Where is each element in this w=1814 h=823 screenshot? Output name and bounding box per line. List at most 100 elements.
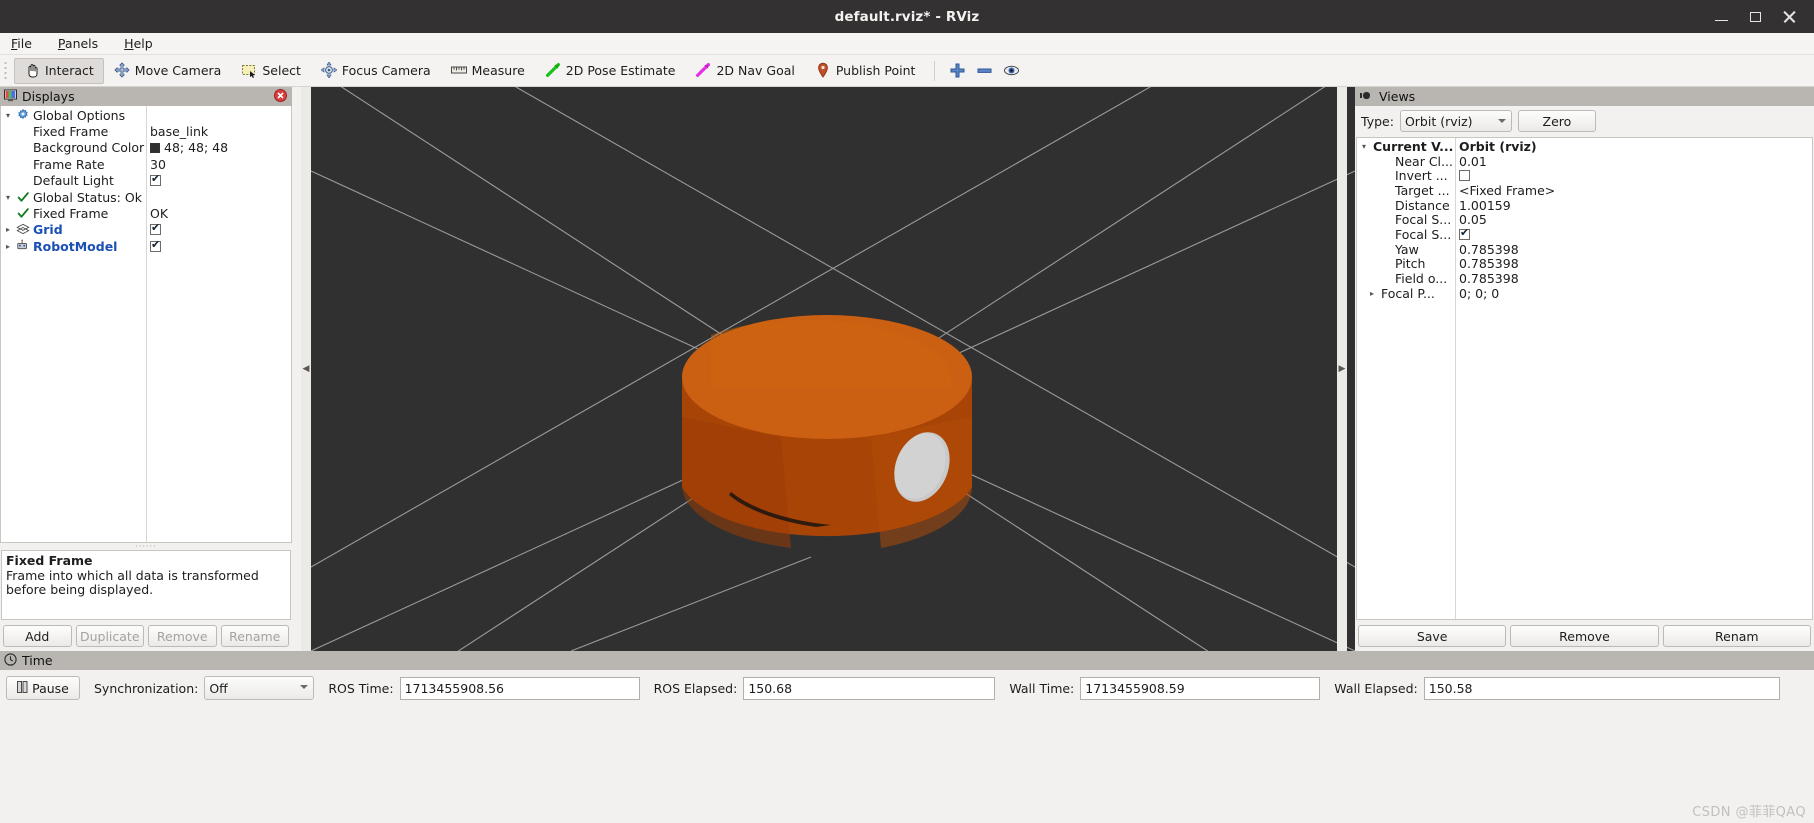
minimize-icon[interactable] [1714, 9, 1730, 25]
views-row-value-cell[interactable]: 0.785398 [1459, 256, 1519, 271]
views-tree[interactable]: ▾ Current V... Orbit (rviz) Near Cl... 0.01 I… [1356, 137, 1813, 620]
expander-toggle[interactable]: ▸ [1365, 289, 1379, 298]
views-row-near-cl-[interactable]: Near Cl... 0.01 [1357, 154, 1812, 169]
time-field-input-2[interactable]: 1713455908.59 [1080, 676, 1321, 700]
views-row-pitch[interactable]: Pitch 0.785398 [1357, 256, 1812, 271]
views-row-value-cell[interactable]: 0.785398 [1459, 271, 1519, 286]
expander-toggle[interactable]: ▾ [1, 111, 15, 120]
displays-panel: Displays ▾ Global Options Fixed Frame base_… [0, 87, 292, 651]
views-row-value-cell[interactable]: 0; 0; 0 [1459, 286, 1499, 301]
displays-row-value-cell[interactable]: 30 [150, 157, 166, 172]
displays-row-value-cell[interactable]: base_link [150, 124, 208, 139]
displays-row-value-cell[interactable] [150, 172, 161, 187]
views-row-focal-p-[interactable]: ▸ Focal P... 0; 0; 0 [1357, 286, 1812, 301]
displays-row-frame-rate[interactable]: Frame Rate 30 [1, 156, 291, 172]
views-row-yaw[interactable]: Yaw 0.785398 [1357, 242, 1812, 257]
displays-splitter[interactable]: ······ [0, 543, 292, 551]
views-row-value: 0.785398 [1459, 241, 1519, 257]
toolbar-button-measure[interactable]: Measure [441, 58, 535, 84]
displays-row-value-cell[interactable]: 48; 48; 48 [150, 140, 228, 155]
displays-row-checkbox[interactable] [150, 221, 161, 236]
zoom-in-icon[interactable] [944, 58, 971, 83]
views-row-focal-s-[interactable]: Focal S... [1357, 226, 1812, 242]
eye-icon[interactable] [998, 58, 1025, 83]
time-field-input-1[interactable]: 150.68 [743, 676, 996, 700]
toolbar-button-label: 2D Nav Goal [716, 63, 795, 78]
zoom-out-icon[interactable] [971, 58, 998, 83]
displays-tree[interactable]: ▾ Global Options Fixed Frame base_link Backg… [0, 106, 292, 543]
zero-button[interactable]: Zero [1517, 110, 1596, 132]
3d-viewport[interactable] [311, 87, 1355, 651]
displays-row-robotmodel[interactable]: ▸ RobotModel [1, 238, 291, 254]
toolbar-button-move-camera[interactable]: Move Camera [104, 58, 232, 84]
toolbar-button-2d-pose-estimate[interactable]: 2D Pose Estimate [535, 58, 686, 84]
views-row-value-cell[interactable] [1459, 170, 1470, 182]
right-panel-collapse-handle[interactable]: ▶ [1337, 87, 1347, 651]
displays-remove-button: Remove [148, 625, 217, 647]
displays-row-background-color[interactable]: Background Color 48; 48; 48 [1, 140, 291, 156]
displays-row-fixed-frame[interactable]: Fixed Frame OK [1, 205, 291, 221]
color-swatch[interactable] [150, 142, 160, 153]
left-panel-collapse-handle[interactable]: ◀ [301, 87, 311, 651]
displays-row-grid[interactable]: ▸ Grid [1, 221, 291, 238]
views-row-value: 0.785398 [1459, 256, 1519, 272]
toolbar-button-2d-nav-goal[interactable]: 2D Nav Goal [685, 58, 804, 84]
toolbar-grip[interactable] [4, 59, 11, 82]
views-save-button[interactable]: Save [1358, 625, 1507, 647]
toolbar-button-label: Move Camera [134, 63, 222, 78]
expander-toggle[interactable]: ▸ [1, 225, 15, 234]
views-row-target-[interactable]: Target ... <Fixed Frame> [1357, 183, 1812, 198]
menu-file[interactable]: File [8, 35, 35, 52]
views-panel-title: Views [1379, 89, 1416, 104]
displays-row-global-status-ok[interactable]: ▾ Global Status: Ok [1, 189, 291, 205]
displays-row-label: RobotModel [33, 238, 118, 254]
toolbar-button-select[interactable]: Select [231, 58, 311, 84]
displays-row-fixed-frame[interactable]: Fixed Frame base_link [1, 123, 291, 139]
maximize-icon[interactable] [1748, 9, 1764, 25]
expander-toggle[interactable]: ▸ [1, 242, 15, 251]
views-row-value-cell[interactable]: Orbit (rviz) [1459, 139, 1537, 154]
views-row-checkbox[interactable] [1459, 170, 1470, 182]
views-row-value-cell[interactable]: 0.785398 [1459, 242, 1519, 257]
displays-row-global-options[interactable]: ▾ Global Options [1, 107, 291, 123]
views-row-value-cell[interactable] [1459, 226, 1470, 240]
views-row-focal-s-[interactable]: Focal S... 0.05 [1357, 212, 1812, 227]
displays-row-checkbox[interactable] [150, 172, 161, 187]
displays-icon [4, 89, 17, 105]
toolbar-button-publish-point[interactable]: Publish Point [805, 58, 926, 84]
expander-toggle[interactable]: ▾ [1357, 142, 1371, 151]
views-remove-button[interactable]: Remove [1510, 625, 1659, 647]
views-row-value-cell[interactable]: 1.00159 [1459, 198, 1511, 213]
views-row-field-o-[interactable]: Field o... 0.785398 [1357, 271, 1812, 286]
toolbar-button-interact[interactable]: Interact [14, 57, 104, 84]
time-field-input-0[interactable]: 1713455908.56 [399, 676, 640, 700]
button-label: Duplicate [79, 628, 140, 644]
time-field-input-3[interactable]: 150.58 [1423, 676, 1780, 700]
views-renam-button[interactable]: Renam [1662, 625, 1811, 647]
displays-row-default-light[interactable]: Default Light [1, 172, 291, 189]
views-row-label: Field o... [1395, 271, 1448, 287]
displays-row-checkbox[interactable] [150, 238, 161, 252]
displays-row-value-cell[interactable] [150, 238, 161, 252]
views-row-current-v-[interactable]: ▾ Current V... Orbit (rviz) [1357, 139, 1812, 154]
pause-button[interactable]: Pause [6, 676, 80, 700]
robot-icon [15, 239, 31, 253]
menu-panels[interactable]: Panels [55, 35, 101, 52]
views-row-distance[interactable]: Distance 1.00159 [1357, 198, 1812, 213]
views-row-value-cell[interactable]: <Fixed Frame> [1459, 183, 1555, 198]
displays-row-value-cell[interactable]: OK [150, 206, 168, 221]
sync-select[interactable]: Off [204, 676, 315, 700]
toolbar-button-focus-camera[interactable]: Focus Camera [311, 58, 441, 84]
displays-add-button[interactable]: Add [3, 625, 72, 647]
displays-row-value-cell[interactable] [150, 221, 161, 236]
views-row-invert-[interactable]: Invert ... [1357, 168, 1812, 183]
views-row-value-cell[interactable]: 0.01 [1459, 154, 1487, 169]
menu-help[interactable]: Help [121, 35, 156, 52]
button-label: Renam [1715, 628, 1759, 644]
views-row-checkbox[interactable] [1459, 226, 1470, 240]
views-type-select[interactable]: Orbit (rviz) [1399, 110, 1512, 132]
close-panel-icon[interactable] [274, 88, 287, 105]
close-icon[interactable] [1782, 9, 1798, 25]
button-label: Remove [156, 628, 208, 644]
expander-toggle[interactable]: ▾ [1, 193, 15, 202]
